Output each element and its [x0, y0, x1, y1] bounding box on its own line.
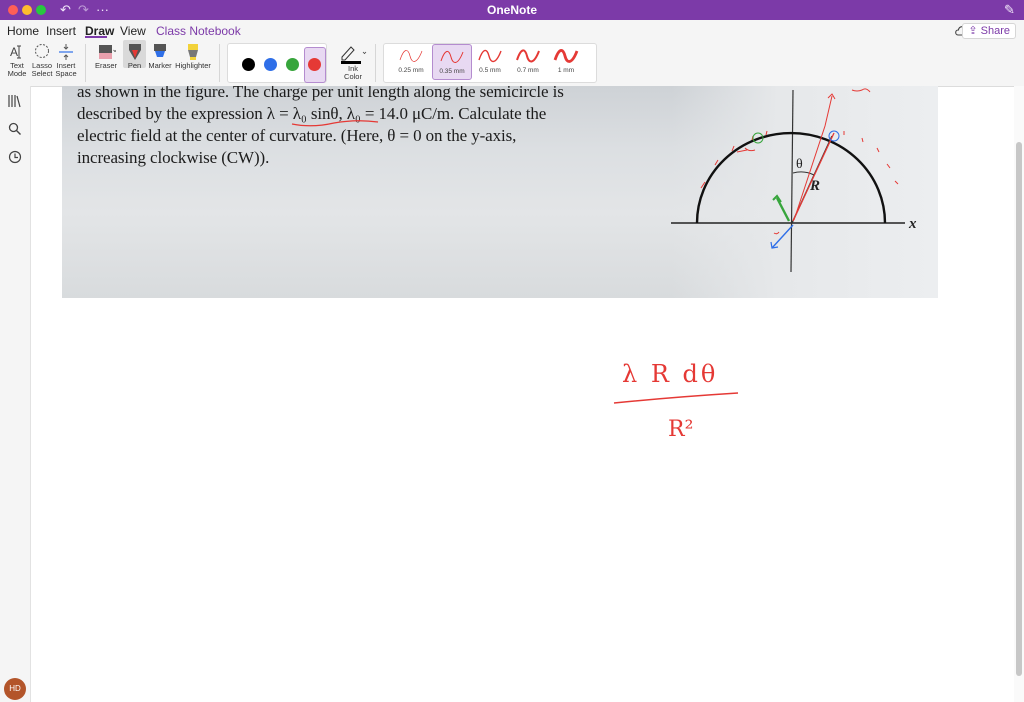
vertical-scrollbar-thumb[interactable] — [1016, 142, 1022, 676]
ink-underline — [291, 120, 379, 127]
ink-denominator: R² — [668, 417, 693, 442]
ink-numerator: λ R dθ — [622, 360, 718, 388]
ink-fraction-bar — [613, 392, 739, 404]
ink-layer: λ R dθ R² — [291, 120, 739, 442]
